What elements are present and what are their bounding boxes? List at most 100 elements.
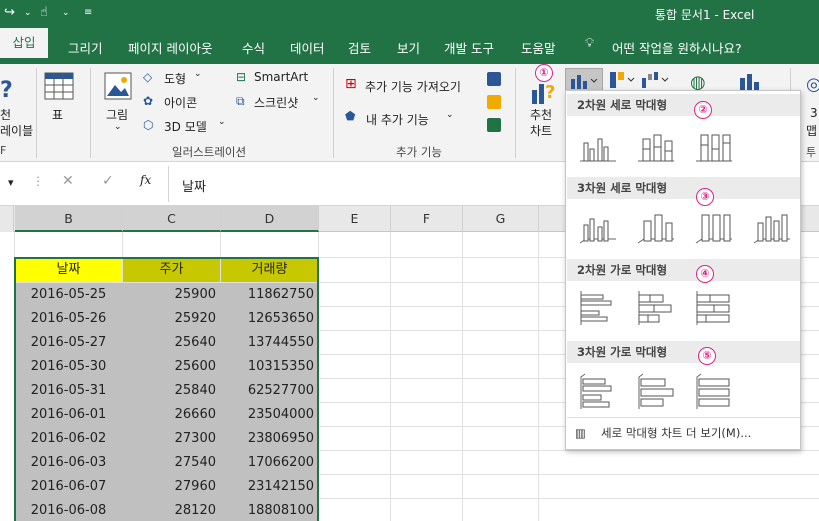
cell-price[interactable]: 25920 xyxy=(123,307,220,331)
cell-date[interactable]: 2016-05-25 xyxy=(15,283,122,307)
cell-volume[interactable]: 13744550 xyxy=(221,331,318,355)
3d-stacked-bar-option[interactable] xyxy=(636,373,676,411)
insert-function-icon[interactable]: fx xyxy=(140,173,151,187)
tab-page-layout[interactable]: 페이지 레이아웃 xyxy=(128,38,212,57)
confirm-icon[interactable]: ✓ xyxy=(102,173,114,189)
column-header-d[interactable]: D xyxy=(221,206,319,232)
100-stacked-bar-option[interactable] xyxy=(694,289,734,327)
qa-dropdown-icon[interactable]: ⌄ xyxy=(62,8,70,18)
cell-volume[interactable]: 23504000 xyxy=(221,403,318,427)
customize-qa-icon[interactable]: ≡ xyxy=(84,7,92,18)
cell-volume[interactable]: 23142150 xyxy=(221,475,318,499)
3d-map-icon[interactable]: ◎ xyxy=(806,74,819,95)
chevron-down-icon[interactable]: ⌄ xyxy=(446,110,454,120)
cell-date[interactable]: 2016-05-26 xyxy=(15,307,122,331)
3d-clustered-bar-option[interactable] xyxy=(578,373,618,411)
people-graph-icon[interactable] xyxy=(487,118,501,132)
cell-volume[interactable]: 23806950 xyxy=(221,427,318,451)
touch-mode-icon[interactable]: ☝ xyxy=(40,5,48,20)
tab-data[interactable]: 데이터 xyxy=(290,38,325,57)
column-header-c[interactable]: C xyxy=(123,206,221,232)
chevron-down-icon[interactable]: ⌄ xyxy=(218,117,226,127)
cell-price[interactable]: 27300 xyxy=(123,427,220,451)
100-stacked-column-option[interactable] xyxy=(694,129,734,167)
cell-volume[interactable]: 62527700 xyxy=(221,379,318,403)
cell-date[interactable]: 2016-06-07 xyxy=(15,475,122,499)
cell-volume[interactable]: 10315350 xyxy=(221,355,318,379)
clustered-bar-option[interactable] xyxy=(578,289,618,327)
visio-icon[interactable] xyxy=(487,72,501,86)
cell-date[interactable]: 2016-05-30 xyxy=(15,355,122,379)
screenshot-button[interactable]: 스크린샷 xyxy=(254,94,298,111)
recommended-charts-label[interactable]: 추천 xyxy=(530,106,552,123)
table-icon[interactable] xyxy=(44,72,74,100)
column-header-e[interactable]: E xyxy=(319,206,391,232)
waterfall-chart-icon[interactable] xyxy=(640,70,670,92)
stacked-column-option[interactable] xyxy=(636,129,676,167)
header-cell-date[interactable]: 날짜 xyxy=(15,258,122,282)
tab-formulas[interactable]: 수식 xyxy=(242,38,265,57)
column-header-f[interactable]: F xyxy=(391,206,463,232)
header-cell-volume[interactable]: 거래량 xyxy=(221,258,318,282)
tab-review[interactable]: 검토 xyxy=(348,38,371,57)
tab-insert[interactable]: 삽입 xyxy=(0,28,48,58)
select-all-corner[interactable] xyxy=(0,206,14,232)
3d-100-stacked-column-option[interactable] xyxy=(694,209,734,247)
chevron-down-icon[interactable]: ⌄ xyxy=(114,122,122,132)
cell-date[interactable]: 2016-06-02 xyxy=(15,427,122,451)
cell-date[interactable]: 2016-05-31 xyxy=(15,379,122,403)
cell-date[interactable]: 2016-05-27 xyxy=(15,331,122,355)
picture-icon[interactable] xyxy=(104,72,132,100)
picture-button[interactable]: 그림 xyxy=(106,106,128,123)
more-column-charts-link[interactable]: ▥ 세로 막대형 차트 더 보기(M)... xyxy=(567,419,800,447)
hierarchy-chart-icon[interactable] xyxy=(608,70,636,92)
icons-button[interactable]: 아이콘 xyxy=(164,94,197,111)
tab-view[interactable]: 보기 xyxy=(397,38,420,57)
cell-price[interactable]: 25900 xyxy=(123,283,220,307)
name-box-dropdown[interactable]: ▾ xyxy=(8,176,14,189)
cell-volume[interactable]: 12653650 xyxy=(221,307,318,331)
3d-column-option[interactable] xyxy=(752,209,792,247)
cell-price[interactable]: 26660 xyxy=(123,403,220,427)
chevron-down-icon[interactable]: ⌄ xyxy=(312,93,320,103)
smartart-button[interactable]: SmartArt xyxy=(254,70,308,84)
cell-price[interactable]: 28120 xyxy=(123,499,220,521)
redo-icon[interactable]: ↪ xyxy=(4,5,15,20)
column-header-b[interactable]: B xyxy=(15,206,123,232)
recommended-charts-label-2[interactable]: 차트 xyxy=(530,122,552,139)
cell-price[interactable]: 27960 xyxy=(123,475,220,499)
tab-developer[interactable]: 개발 도구 xyxy=(444,38,494,57)
column-header-g[interactable]: G xyxy=(463,206,539,232)
3d-models-button[interactable]: 3D 모델 xyxy=(164,118,207,135)
cell-date[interactable]: 2016-06-03 xyxy=(15,451,122,475)
get-addins-button[interactable]: 추가 기능 가져오기 xyxy=(365,78,461,95)
stacked-bar-option[interactable] xyxy=(636,289,676,327)
bing-icon[interactable] xyxy=(487,95,501,109)
3d-clustered-column-option[interactable] xyxy=(578,209,618,247)
3d-stacked-column-option[interactable] xyxy=(636,209,676,247)
cell-price[interactable]: 27540 xyxy=(123,451,220,475)
clustered-column-option[interactable] xyxy=(578,129,618,167)
cancel-icon[interactable]: ✕ xyxy=(62,173,74,189)
tell-me-search[interactable]: 어떤 작업을 원하시나요? xyxy=(612,38,742,57)
cell-volume[interactable]: 11862750 xyxy=(221,283,318,307)
header-cell-price[interactable]: 주가 xyxy=(123,258,220,282)
3d-100-stacked-bar-option[interactable] xyxy=(694,373,734,411)
my-addins-button[interactable]: 내 추가 기능 xyxy=(366,111,429,128)
tab-help[interactable]: 도움말 xyxy=(521,38,556,57)
qa-dropdown-icon[interactable]: ⌄ xyxy=(24,8,32,18)
store-icon: ⊞ xyxy=(345,76,357,92)
shapes-button[interactable]: 도형 xyxy=(164,70,186,87)
cell-price[interactable]: 25840 xyxy=(123,379,220,403)
cell-price[interactable]: 25640 xyxy=(123,331,220,355)
tab-draw[interactable]: 그리기 xyxy=(68,38,103,57)
cell-date[interactable]: 2016-06-08 xyxy=(15,499,122,521)
chevron-down-icon[interactable]: ⌄ xyxy=(194,69,202,79)
formula-input[interactable]: 날짜 xyxy=(182,176,206,195)
title-bar: ↪ ⌄ ☝ ⌄ ≡ 통합 문서1 - Excel xyxy=(0,0,819,28)
cell-price[interactable]: 25600 xyxy=(123,355,220,379)
cell-volume[interactable]: 17066200 xyxy=(221,451,318,475)
table-button[interactable]: 표 xyxy=(52,106,63,123)
cell-date[interactable]: 2016-06-01 xyxy=(15,403,122,427)
cell-volume[interactable]: 18808100 xyxy=(221,499,318,521)
